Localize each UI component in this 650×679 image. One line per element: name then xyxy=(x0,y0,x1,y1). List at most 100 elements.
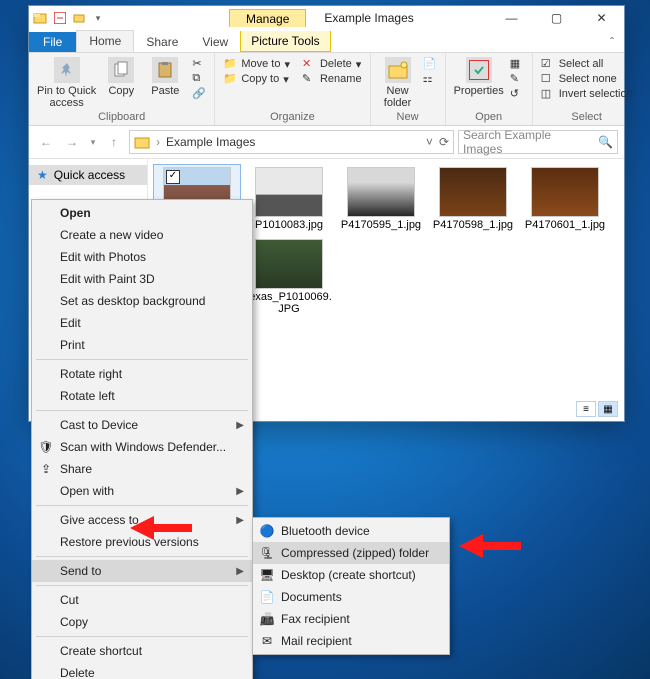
delete-icon: ✕ xyxy=(302,57,316,71)
maximize-button[interactable]: ▢ xyxy=(534,7,579,29)
defender-icon: 🛡 xyxy=(38,439,54,455)
tab-picture-tools[interactable]: Picture Tools xyxy=(240,31,330,52)
menu-item-edit-photos[interactable]: Edit with Photos xyxy=(32,246,252,268)
menu-item-send-to[interactable]: Send to▶ xyxy=(32,560,252,582)
menu-item-rotate-right[interactable]: Rotate right xyxy=(32,363,252,385)
file-thumbnail[interactable]: P4170598_1.jpg xyxy=(430,165,516,231)
menu-item-label: Send to xyxy=(60,564,101,578)
menu-item-open-with[interactable]: Open with▶ xyxy=(32,480,252,502)
menu-item-label: Create a new video xyxy=(60,228,163,242)
history-small-button[interactable]: ↺ xyxy=(510,87,524,101)
qat-dropdown-icon[interactable]: ▾ xyxy=(91,11,105,25)
easy-access-button[interactable]: ⚏ xyxy=(423,72,437,86)
menu-item-create-shortcut[interactable]: Create shortcut xyxy=(32,640,252,662)
tab-home[interactable]: Home xyxy=(76,30,134,52)
pin-to-quick-access-button[interactable]: Pin to Quick access xyxy=(37,57,96,109)
menu-item-documents[interactable]: 📄Documents xyxy=(253,586,449,608)
delete-button[interactable]: ✕Delete ▾ xyxy=(302,57,362,71)
menu-item-desktop[interactable]: 🖥Desktop (create shortcut) xyxy=(253,564,449,586)
select-all-button[interactable]: ☑Select all xyxy=(541,57,633,71)
tab-file[interactable]: File xyxy=(29,32,76,52)
menu-item-fax[interactable]: 📠Fax recipient xyxy=(253,608,449,630)
menu-item-create-video[interactable]: Create a new video xyxy=(32,224,252,246)
menu-item-label: Give access to xyxy=(60,513,139,527)
properties-icon xyxy=(466,57,492,83)
refresh-button[interactable]: ⟳ xyxy=(439,135,449,149)
file-thumbnail[interactable]: P4170601_1.jpg xyxy=(522,165,608,231)
open-small-button[interactable]: ▦ xyxy=(510,57,524,71)
nav-recent-dropdown[interactable]: ▾ xyxy=(87,131,99,153)
nav-up-button[interactable]: ↑ xyxy=(103,131,125,153)
invert-selection-button[interactable]: ◫Invert selection xyxy=(541,87,633,101)
menu-item-zipped[interactable]: 🗜Compressed (zipped) folder xyxy=(253,542,449,564)
menu-item-rotate-left[interactable]: Rotate left xyxy=(32,385,252,407)
view-thumbnails-button[interactable]: ▦ xyxy=(598,401,618,417)
menu-item-cut[interactable]: Cut xyxy=(32,589,252,611)
menu-item-copy[interactable]: Copy xyxy=(32,611,252,633)
qat-new-folder-icon[interactable] xyxy=(72,11,86,25)
file-thumbnail[interactable]: texas_P1010069.JPG xyxy=(246,237,332,315)
cut-small-button[interactable]: ✂ xyxy=(192,57,206,71)
minimize-button[interactable]: — xyxy=(489,7,534,29)
ribbon-collapse-icon[interactable]: ˆ xyxy=(600,32,624,52)
new-folder-button[interactable]: New folder xyxy=(379,57,417,109)
menu-item-open[interactable]: Open xyxy=(32,202,252,224)
desktop-icon: 🖥 xyxy=(259,567,275,583)
address-dropdown-icon[interactable]: ˅ xyxy=(426,135,433,149)
sidebar-item-quick-access[interactable]: ★ Quick access xyxy=(29,165,147,185)
context-menu[interactable]: Open Create a new video Edit with Photos Ed… xyxy=(31,199,253,679)
copy-icon xyxy=(108,57,134,83)
copy-path-icon: ⧉ xyxy=(192,72,206,86)
open-icon: ▦ xyxy=(510,57,524,71)
checkbox-icon[interactable]: ✓ xyxy=(166,170,180,184)
new-folder-icon xyxy=(385,57,411,83)
menu-item-label: Print xyxy=(60,338,85,352)
menu-item-label: Set as desktop background xyxy=(60,294,205,308)
properties-button[interactable]: Properties xyxy=(454,57,504,97)
select-none-button[interactable]: ☐Select none xyxy=(541,72,633,86)
ribbon-group-select: ☑Select all ☐Select none ◫Invert selecti… xyxy=(533,53,641,125)
menu-item-bluetooth[interactable]: 🔵Bluetooth device xyxy=(253,520,449,542)
menu-item-label: Rotate right xyxy=(60,367,122,381)
tab-view[interactable]: View xyxy=(190,32,240,52)
address-bar[interactable]: › Example Images ˅ ⟳ xyxy=(129,130,454,154)
copy-to-button[interactable]: 📁Copy to ▾ xyxy=(223,72,290,86)
pin-icon xyxy=(54,57,80,83)
search-box[interactable]: Search Example Images 🔍 xyxy=(458,130,618,154)
file-name: P4170601_1.jpg xyxy=(525,219,605,231)
qat-properties-icon[interactable] xyxy=(53,11,67,25)
nav-back-button[interactable]: ← xyxy=(35,131,57,153)
move-to-button[interactable]: 📁Move to ▾ xyxy=(223,57,290,71)
menu-item-print[interactable]: Print xyxy=(32,334,252,356)
menu-item-label: Mail recipient xyxy=(281,634,352,648)
menu-item-mail[interactable]: ✉Mail recipient xyxy=(253,630,449,652)
menu-item-delete[interactable]: Delete xyxy=(32,662,252,679)
menu-item-set-background[interactable]: Set as desktop background xyxy=(32,290,252,312)
edit-small-button[interactable]: ✎ xyxy=(510,72,524,86)
menu-item-label: Share xyxy=(60,462,92,476)
menu-item-label: Scan with Windows Defender... xyxy=(60,440,226,454)
file-thumbnail[interactable]: P4170595_1.jpg xyxy=(338,165,424,231)
menu-item-edit[interactable]: Edit xyxy=(32,312,252,334)
contextual-tab-manage[interactable]: Manage xyxy=(229,9,306,27)
menu-item-defender[interactable]: 🛡 Scan with Windows Defender... xyxy=(32,436,252,458)
new-item-button[interactable]: 📄 xyxy=(423,57,437,71)
ribbon-group-open: Properties ▦ ✎ ↺ Open xyxy=(446,53,533,125)
paste-shortcut-small-button[interactable]: 🔗 xyxy=(192,87,206,101)
menu-item-share[interactable]: ⇪Share xyxy=(32,458,252,480)
menu-item-cast[interactable]: Cast to Device▶ xyxy=(32,414,252,436)
rename-button[interactable]: ✎Rename xyxy=(302,72,362,86)
copy-path-small-button[interactable]: ⧉ xyxy=(192,72,206,86)
send-to-submenu[interactable]: 🔵Bluetooth device🗜Compressed (zipped) fo… xyxy=(252,517,450,655)
nav-forward-button[interactable]: → xyxy=(61,131,83,153)
file-name: P4170595_1.jpg xyxy=(341,219,421,231)
close-button[interactable]: ✕ xyxy=(579,7,624,29)
tab-share[interactable]: Share xyxy=(134,32,190,52)
file-thumbnail[interactable]: P1010083.jpg xyxy=(246,165,332,231)
view-details-button[interactable]: ≡ xyxy=(576,401,596,417)
paste-button[interactable]: Paste xyxy=(146,57,184,97)
copy-button[interactable]: Copy xyxy=(102,57,140,97)
navigation-bar: ← → ▾ ↑ › Example Images ˅ ⟳ Search Exam… xyxy=(29,126,624,158)
menu-item-label: Edit with Paint 3D xyxy=(60,272,155,286)
menu-item-edit-paint3d[interactable]: Edit with Paint 3D xyxy=(32,268,252,290)
